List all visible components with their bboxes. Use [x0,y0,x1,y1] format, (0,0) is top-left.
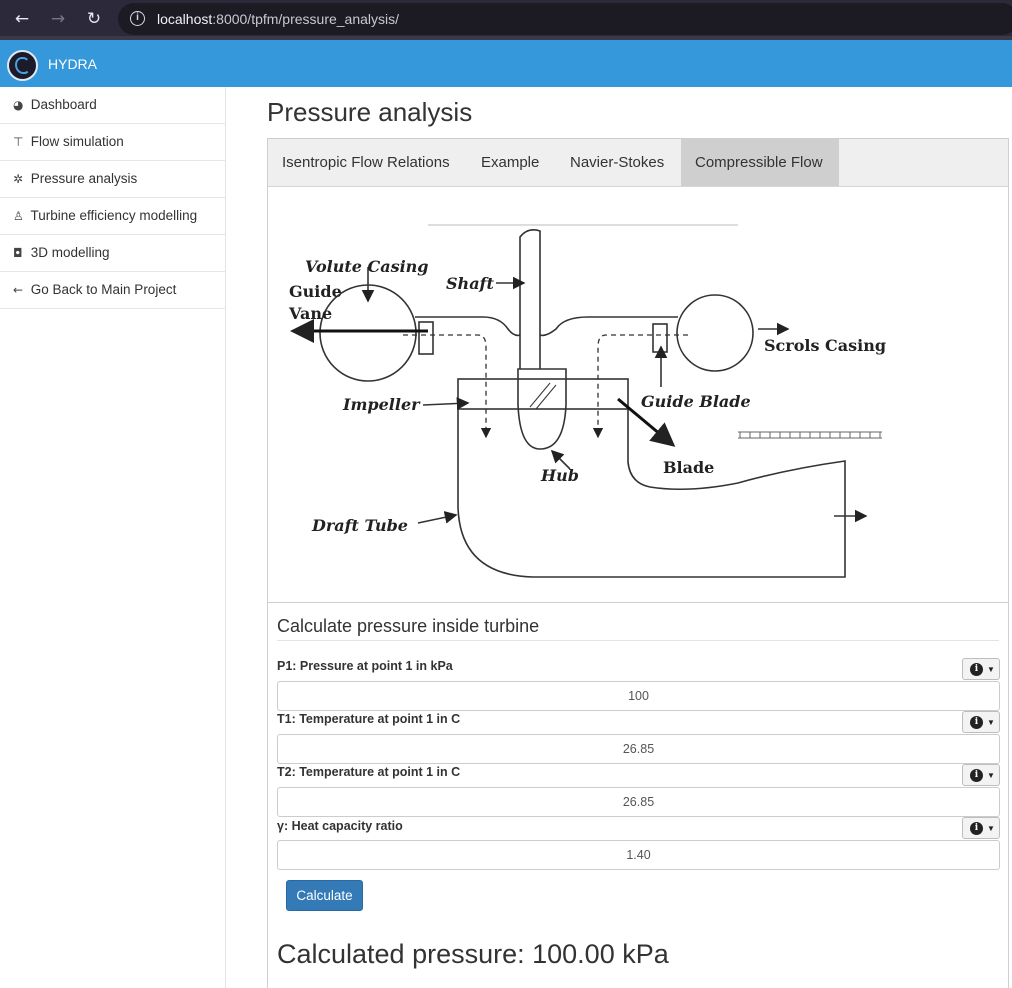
back-icon[interactable]: ← [10,8,34,30]
calculate-button[interactable]: Calculate [286,880,363,911]
sidebar-item-label: Turbine efficiency modelling [30,208,198,223]
t2-label: T2: Temperature at point 1 in C [277,765,461,779]
user-icon: ♙ [13,209,24,223]
cube-icon: ◘ [13,246,23,260]
label-impeller: Impeller [342,395,421,414]
caret-down-icon: ▼ [987,771,995,780]
brand-name[interactable]: HYDRA [48,56,97,72]
hydra-logo[interactable] [7,50,38,81]
tab-example[interactable]: Example [467,139,553,186]
label-vane: Vane [288,304,332,323]
sidebar-item-3d-modelling[interactable]: ◘ 3D modelling [0,235,225,272]
calculated-pressure-result: Calculated pressure: 100.00 kPa [277,939,669,969]
gamma-info-button[interactable]: i ▼ [962,817,1000,839]
forward-icon[interactable]: → [46,8,70,30]
sidebar-item-label: Pressure analysis [30,171,138,186]
tab-isentropic-flow-relations[interactable]: Isentropic Flow Relations [268,139,464,186]
sidebar-item-dashboard[interactable]: ◕ Dashboard [0,87,225,124]
sidebar-item-label: Flow simulation [30,134,124,149]
site-info-icon[interactable]: i [130,11,145,26]
label-guide-blade: Guide Blade [641,392,751,411]
label-guide: Guide [289,282,342,301]
tab-compressible-flow[interactable]: Compressible Flow [681,139,839,186]
label-blade: Blade [663,458,714,477]
info-icon: i [970,716,983,729]
sidebar: ◕ Dashboard ⊤ Flow simulation ✲ Pressure… [0,87,226,988]
arrow-left-icon: ← [13,283,24,297]
t1-input[interactable]: 26.85 [277,734,1000,764]
caret-down-icon: ▼ [987,718,995,727]
caret-down-icon: ▼ [987,824,995,833]
sidebar-item-label: Go Back to Main Project [30,282,177,297]
label-shaft: Shaft [446,274,494,293]
sidebar-item-label: 3D modelling [30,245,110,260]
label-volute-casing: Volute Casing [305,257,428,276]
sidebar-item-turbine-efficiency[interactable]: ♙ Turbine efficiency modelling [0,198,225,235]
t2-info-button[interactable]: i ▼ [962,764,1000,786]
page-title: Pressure analysis [267,97,473,127]
t1-label: T1: Temperature at point 1 in C [277,712,461,726]
caret-down-icon: ▼ [987,665,995,674]
tab-navier-stokes[interactable]: Navier-Stokes [556,139,678,186]
url-text[interactable]: localhost:8000/tpfm/pressure_analysis/ [157,11,399,27]
sidebar-item-label: Dashboard [30,97,97,112]
gear-icon: ✲ [13,172,24,186]
p1-label: P1: Pressure at point 1 in kPa [277,659,453,673]
content-panel: Isentropic Flow Relations Example Navier… [267,138,1009,988]
gamma-input[interactable]: 1.40 [277,840,1000,870]
info-icon: i [970,822,983,835]
sidebar-item-go-back[interactable]: ← Go Back to Main Project [0,272,225,309]
gamma-label: γ: Heat capacity ratio [277,819,403,833]
info-icon: i [970,769,983,782]
label-scrols-casing: Scrols Casing [764,336,886,355]
turbine-diagram: Volute Casing Guide Vane Shaft Scrols Ca… [268,187,1008,603]
form-divider [277,640,999,641]
browser-toolbar: ← → ↻ i localhost:8000/tpfm/pressure_ana… [0,0,1012,40]
label-hub: Hub [540,466,579,485]
turbine-diagram-svg: Volute Casing Guide Vane Shaft Scrols Ca… [288,224,886,578]
reload-icon[interactable]: ↻ [82,8,106,30]
label-draft-tube: Draft Tube [311,516,408,535]
sidebar-item-flow-simulation[interactable]: ⊤ Flow simulation [0,124,225,161]
p1-info-button[interactable]: i ▼ [962,658,1000,680]
p1-input[interactable]: 100 [277,681,1000,711]
info-icon: i [970,663,983,676]
t1-info-button[interactable]: i ▼ [962,711,1000,733]
address-bar[interactable]: i localhost:8000/tpfm/pressure_analysis/ [118,3,1012,35]
app-header: HYDRA [0,40,1012,87]
tab-bar: Isentropic Flow Relations Example Navier… [268,139,1008,187]
t2-input[interactable]: 26.85 [277,787,1000,817]
form-title: Calculate pressure inside turbine [277,616,540,636]
dashboard-icon: ◕ [13,98,24,112]
sidebar-item-pressure-analysis[interactable]: ✲ Pressure analysis [0,161,225,198]
pin-icon: ⊤ [13,135,24,149]
